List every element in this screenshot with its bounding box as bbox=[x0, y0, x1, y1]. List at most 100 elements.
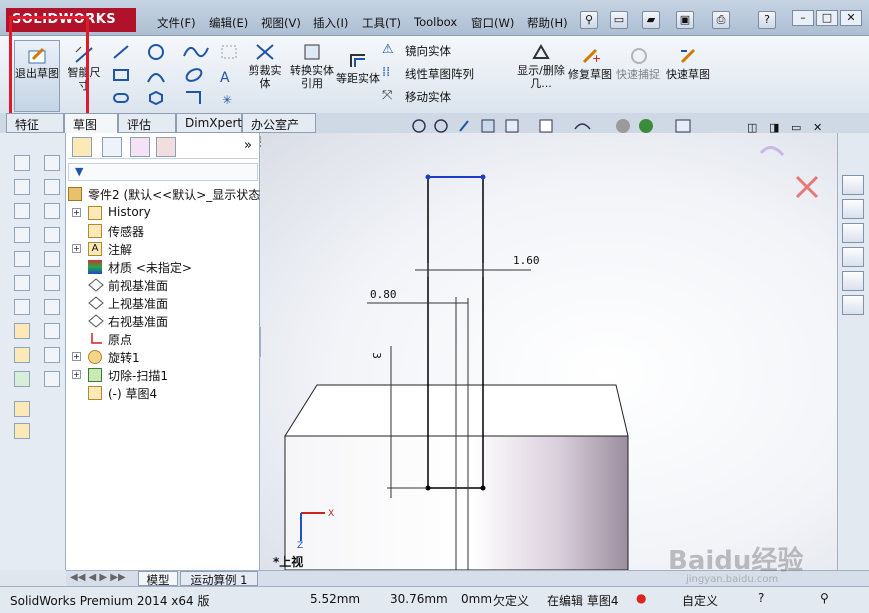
tree-item-material[interactable]: 材质 <未指定> bbox=[66, 258, 260, 276]
extrude-icon[interactable] bbox=[14, 155, 30, 171]
expand-icon[interactable]: + bbox=[72, 370, 81, 379]
pin-icon[interactable]: ⚲ bbox=[580, 11, 598, 29]
display-delete-relations-button[interactable]: 显示/删除几... bbox=[514, 40, 568, 112]
print-icon[interactable]: ⎙ bbox=[712, 11, 730, 29]
tab-features[interactable]: 特征 bbox=[6, 113, 64, 133]
previous-view-icon[interactable] bbox=[459, 120, 469, 132]
dimension-value-2[interactable]: 0.80 bbox=[370, 288, 397, 301]
dome-icon[interactable] bbox=[44, 323, 60, 339]
menu-view[interactable]: 视图(V) bbox=[261, 15, 301, 31]
close-icon[interactable]: ✕ bbox=[840, 10, 862, 26]
tree-item-origin[interactable]: 原点 bbox=[66, 330, 260, 348]
tree-item-sensors[interactable]: 传感器 bbox=[66, 222, 260, 240]
repair-tool-icon[interactable] bbox=[14, 347, 30, 363]
tab-motion-study[interactable]: 运动算例 1 bbox=[180, 571, 258, 587]
rectangle-tool-icon[interactable] bbox=[113, 69, 129, 81]
appearances-icon[interactable] bbox=[842, 271, 864, 291]
menu-edit[interactable]: 编辑(E) bbox=[209, 15, 248, 31]
feature-manager-tab-icon[interactable] bbox=[72, 137, 92, 157]
zoom-area-icon[interactable] bbox=[434, 119, 448, 133]
relation-icon[interactable] bbox=[14, 371, 30, 387]
cut-revolve-icon[interactable] bbox=[44, 179, 60, 195]
move-entities-button[interactable]: ⤧ 移动实体 bbox=[382, 88, 502, 106]
menu-insert[interactable]: 插入(I) bbox=[313, 15, 348, 31]
circle-tool-icon[interactable] bbox=[148, 44, 164, 60]
scene-icon[interactable] bbox=[639, 119, 653, 133]
save-icon[interactable]: ▣ bbox=[676, 11, 694, 29]
cut-extrude-icon[interactable] bbox=[44, 155, 60, 171]
tree-item-cut-sweep1[interactable]: + 切除-扫描1 bbox=[66, 366, 260, 384]
scroll-arrows-icon[interactable]: ◀◀ ◀ ▶ ▶▶ bbox=[70, 572, 126, 583]
property-manager-tab-icon[interactable] bbox=[102, 137, 122, 157]
tree-item-right-plane[interactable]: 右视基准面 bbox=[66, 312, 260, 330]
new-file-icon[interactable]: ▭ bbox=[610, 11, 628, 29]
design-library-icon[interactable] bbox=[842, 199, 864, 219]
tab-sketch[interactable]: 草图 bbox=[64, 113, 118, 133]
convert-entities-button[interactable]: 转换实体引用 bbox=[290, 40, 334, 102]
point-tool-icon[interactable]: ✳ bbox=[222, 93, 232, 107]
tab-model[interactable]: 模型 bbox=[138, 571, 178, 587]
mirror-entities-button[interactable]: ⚠ 镜向实体 bbox=[382, 42, 502, 60]
sketch-point[interactable] bbox=[480, 485, 486, 491]
slot-tool-icon[interactable] bbox=[113, 93, 129, 103]
paste-icon[interactable] bbox=[14, 423, 30, 439]
offset-entities-button[interactable]: 等距实体 bbox=[336, 50, 380, 108]
dimension-value-3[interactable]: 3 bbox=[370, 352, 383, 359]
part-root-item[interactable]: 零件2 (默认<<默认>_显示状态 bbox=[68, 185, 262, 203]
wrap-icon[interactable] bbox=[44, 347, 60, 363]
pattern-icon[interactable] bbox=[44, 227, 60, 243]
ellipse-tool-icon[interactable] bbox=[185, 67, 204, 84]
help-icon[interactable]: ? bbox=[758, 11, 776, 29]
revolve-icon[interactable] bbox=[14, 179, 30, 195]
status-help-icon[interactable]: ? bbox=[758, 591, 764, 605]
expand-icon[interactable]: + bbox=[72, 208, 81, 217]
polygon-tool-icon[interactable] bbox=[149, 90, 163, 106]
sweep-icon[interactable] bbox=[14, 203, 30, 219]
menu-file[interactable]: 文件(F) bbox=[157, 15, 196, 31]
rapid-sketch-button[interactable]: 快速草图 bbox=[666, 44, 710, 106]
tree-item-top-plane[interactable]: 上视基准面 bbox=[66, 294, 260, 312]
view-orientation-icon[interactable] bbox=[505, 119, 519, 133]
sketch-point[interactable] bbox=[480, 174, 486, 180]
text-tool-icon[interactable]: A bbox=[220, 70, 230, 86]
menu-tools[interactable]: 工具(T) bbox=[362, 15, 401, 31]
shell-icon[interactable] bbox=[14, 299, 30, 315]
configuration-manager-tab-icon[interactable] bbox=[130, 137, 150, 157]
copy-icon[interactable] bbox=[14, 401, 30, 417]
hide-show-icon[interactable] bbox=[574, 123, 591, 130]
home-icon[interactable] bbox=[842, 175, 864, 195]
units-selector[interactable]: 自定义 bbox=[682, 592, 718, 609]
tree-item-revolve1[interactable]: + 旋转1 bbox=[66, 348, 260, 366]
view-palette-icon[interactable] bbox=[842, 247, 864, 267]
cancel-sketch-icon[interactable] bbox=[795, 175, 819, 199]
appearance-icon[interactable] bbox=[616, 119, 630, 133]
custom-properties-icon[interactable] bbox=[842, 295, 864, 315]
hole-icon[interactable] bbox=[44, 203, 60, 219]
expand-icon[interactable]: + bbox=[72, 352, 81, 361]
dimension-value-1[interactable]: 1.60 bbox=[513, 254, 540, 267]
sketch-point[interactable] bbox=[425, 174, 431, 180]
quick-snaps-button[interactable]: 快速捕捉 bbox=[616, 44, 660, 106]
repair-sketch-button[interactable]: + 修复草图 bbox=[568, 44, 612, 106]
tree-item-sketch4[interactable]: (-) 草图4 bbox=[66, 384, 260, 402]
draft-icon[interactable] bbox=[44, 299, 60, 315]
menu-help[interactable]: 帮助(H) bbox=[527, 15, 568, 31]
fillet-tool-icon[interactable] bbox=[186, 91, 201, 104]
tree-item-history[interactable]: + History bbox=[66, 204, 260, 222]
graphics-area[interactable]: 1.60 0.80 3 X Z *上视 bbox=[261, 133, 837, 570]
spline-tool-icon[interactable] bbox=[183, 46, 209, 58]
menu-toolbox[interactable]: Toolbox bbox=[414, 15, 457, 29]
minimize-icon[interactable]: – bbox=[792, 10, 814, 26]
expand-panel-icon[interactable]: » bbox=[244, 138, 252, 153]
loft-icon[interactable] bbox=[14, 227, 30, 243]
menu-window[interactable]: 窗口(W) bbox=[471, 15, 514, 31]
rib-icon[interactable] bbox=[44, 275, 60, 291]
display-manager-tab-icon[interactable] bbox=[156, 137, 176, 157]
reference-geometry-icon[interactable] bbox=[44, 371, 60, 387]
file-explorer-icon[interactable] bbox=[842, 223, 864, 243]
sketch-icon[interactable] bbox=[14, 323, 30, 339]
section-view-icon[interactable] bbox=[481, 119, 495, 133]
tab-evaluate[interactable]: 评估 bbox=[118, 113, 176, 133]
zoom-fit-icon[interactable] bbox=[412, 119, 426, 133]
chamfer-icon[interactable] bbox=[14, 275, 30, 291]
